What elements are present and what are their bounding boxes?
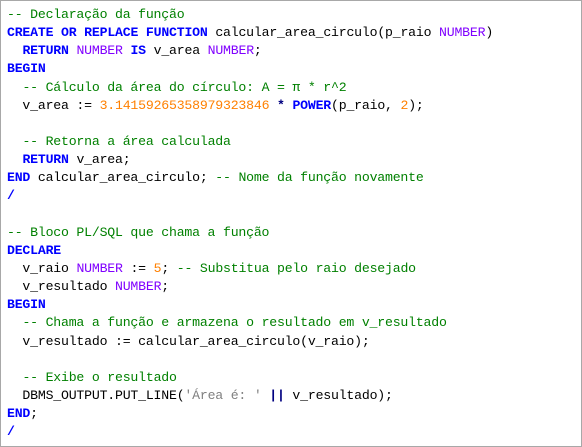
comment: -- Retorna a área calculada <box>22 133 231 149</box>
code-line: -- Chama a função e armazena o resultado… <box>7 314 493 332</box>
type: NUMBER <box>439 25 486 41</box>
comment: -- Substitua pelo raio desejado <box>176 260 416 276</box>
keyword: / <box>7 424 15 440</box>
code-text: v_resultado); <box>284 387 393 403</box>
code-text: DBMS_OUTPUT.PUT_LINE( <box>7 387 185 403</box>
type: NUMBER <box>115 279 162 295</box>
type: NUMBER <box>76 43 123 59</box>
code-editor[interactable]: -- Declaração da função CREATE OR REPLACE… <box>0 0 582 447</box>
keyword: POWER <box>292 97 332 113</box>
operator: || <box>269 387 285 403</box>
keyword: END <box>7 170 31 186</box>
keyword: / <box>7 188 15 204</box>
code-line: -- Bloco PL/SQL que chama a função <box>7 224 493 242</box>
keyword: END <box>7 406 31 422</box>
code-text: ; <box>161 260 177 276</box>
code-text: v_resultado := calcular_area_circulo(v_r… <box>7 333 370 349</box>
code-text: := <box>122 260 154 276</box>
comment: -- Nome da função novamente <box>215 170 424 186</box>
code-line: v_area := 3.14159265358979323846 * POWER… <box>7 97 493 115</box>
code-line: -- Retorna a área calculada <box>7 133 493 151</box>
code-text: v_area := <box>7 97 100 113</box>
code-text: ); <box>408 97 424 113</box>
code-line: v_resultado := calcular_area_circulo(v_r… <box>7 333 493 351</box>
code-line: v_resultado NUMBER; <box>7 278 493 296</box>
code-text: v_area; <box>68 152 131 168</box>
code-text: v_resultado <box>7 279 115 295</box>
type: NUMBER <box>76 260 123 276</box>
code-text: ; <box>30 406 38 422</box>
string-literal: 'Área é: ' <box>184 387 262 403</box>
keyword: BEGIN <box>7 297 46 313</box>
code-line: END; <box>7 405 493 423</box>
code-line: CREATE OR REPLACE FUNCTION calcular_area… <box>7 24 493 42</box>
comment: -- Exibe o resultado <box>22 369 177 385</box>
code-text: calcular_area_circulo(p_raio <box>207 25 440 41</box>
code-line: DECLARE <box>7 242 493 260</box>
code-line: v_raio NUMBER := 5; -- Substitua pelo ra… <box>7 260 493 278</box>
code-line: -- Declaração da função <box>7 6 493 24</box>
keyword: DECLARE <box>7 242 61 258</box>
code-line: RETURN v_area; <box>7 151 493 169</box>
operator: * <box>277 97 285 113</box>
comment: -- Cálculo da área do círculo: A = π * r… <box>22 79 347 95</box>
code-text: (p_raio, <box>331 97 401 113</box>
code-text: v_area <box>145 43 208 59</box>
code-line: -- Exibe o resultado <box>7 369 493 387</box>
keyword: RETURN <box>22 152 69 168</box>
keyword: IS <box>130 43 146 59</box>
code-line: BEGIN <box>7 296 493 314</box>
comment: -- Declaração da função <box>7 7 185 22</box>
code-line: DBMS_OUTPUT.PUT_LINE('Área é: ' || v_res… <box>7 387 493 405</box>
comment: -- Bloco PL/SQL que chama a função <box>7 224 270 240</box>
comment: -- Chama a função e armazena o resultado… <box>22 315 447 331</box>
code-text: calcular_area_circulo; <box>30 170 216 186</box>
code-line: / <box>7 187 493 205</box>
keyword: RETURN <box>22 43 69 59</box>
code-line: -- Cálculo da área do círculo: A = π * r… <box>7 79 493 97</box>
number-literal: 3.14159265358979323846 <box>99 97 270 113</box>
code-text: ; <box>253 43 262 59</box>
code-line: END calcular_area_circulo; -- Nome da fu… <box>7 169 493 187</box>
keyword: CREATE <box>7 25 54 41</box>
code-text: ) <box>485 25 494 41</box>
keyword: REPLACE <box>84 25 139 41</box>
keyword: BEGIN <box>7 61 46 77</box>
type: NUMBER <box>207 43 254 59</box>
code-line: RETURN NUMBER IS v_area NUMBER; <box>7 42 493 60</box>
code-text: ; <box>161 279 170 295</box>
code-text: v_raio <box>7 260 77 276</box>
code-area[interactable]: -- Declaração da função CREATE OR REPLACE… <box>7 6 493 441</box>
keyword: FUNCTION <box>145 25 208 41</box>
code-line: BEGIN <box>7 60 493 78</box>
code-line: / <box>7 423 493 441</box>
keyword: OR <box>61 25 77 41</box>
